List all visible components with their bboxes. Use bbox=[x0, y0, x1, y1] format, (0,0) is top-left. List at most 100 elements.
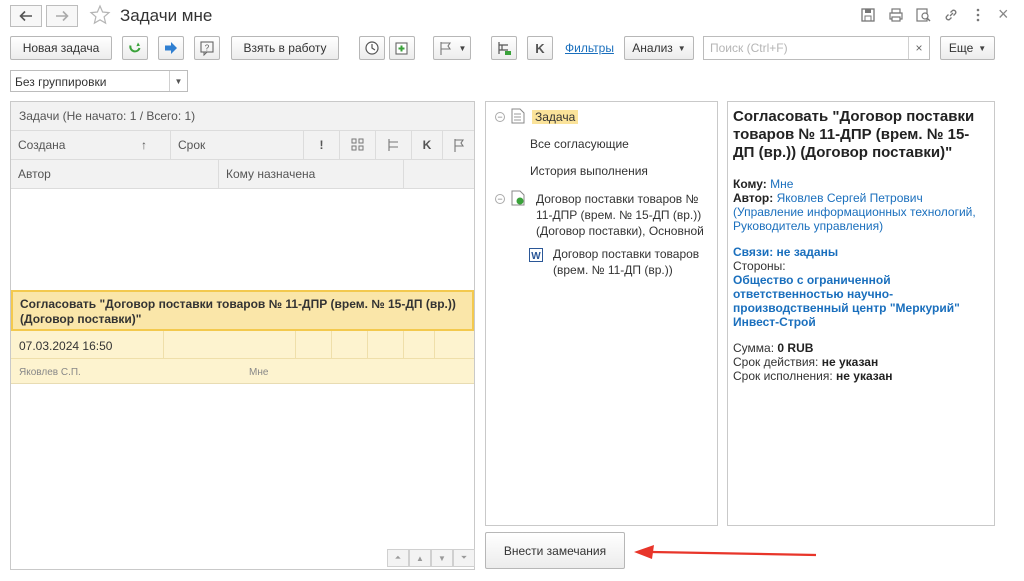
filters-link[interactable]: Фильтры bbox=[565, 41, 614, 55]
column-deadline-label: Срок bbox=[178, 138, 206, 152]
annotation-arrow-icon bbox=[634, 545, 817, 559]
sort-asc-icon: ↑ bbox=[141, 138, 147, 152]
save-icon[interactable] bbox=[860, 7, 876, 23]
tree-item-approvers[interactable]: Все согласующие bbox=[530, 136, 629, 152]
column-attachments[interactable] bbox=[340, 131, 376, 159]
execution-label: Срок исполнения: bbox=[733, 369, 833, 383]
contract-document-icon bbox=[511, 190, 525, 206]
new-task-button[interactable]: Новая задача bbox=[10, 36, 112, 60]
tree-structure-icon bbox=[387, 139, 398, 151]
column-empty bbox=[404, 160, 474, 188]
add-task-icon bbox=[395, 42, 408, 55]
column-flag[interactable] bbox=[443, 131, 474, 159]
scroll-bottom-button[interactable]: ⏷ bbox=[453, 549, 475, 567]
tree-item-attachment[interactable]: Договор поставки товаров (врем. № 11-ДП … bbox=[553, 246, 713, 278]
make-remarks-button[interactable]: Внести замечания bbox=[485, 532, 625, 569]
document-icon bbox=[511, 108, 525, 124]
arrow-right-icon bbox=[165, 42, 177, 54]
column-created-label: Создана bbox=[18, 138, 66, 152]
to-value[interactable]: Мне bbox=[770, 177, 793, 191]
forward-task-button[interactable] bbox=[158, 36, 184, 60]
validity-label: Срок действия: bbox=[733, 355, 819, 369]
details-title: Согласовать "Договор поставки товаров № … bbox=[733, 108, 975, 161]
links-label[interactable]: Связи: не заданы bbox=[733, 245, 838, 259]
forward-button[interactable] bbox=[46, 5, 78, 27]
column-deadline[interactable]: Срок bbox=[171, 131, 304, 159]
clock-icon bbox=[365, 41, 379, 55]
parties-label: Стороны: bbox=[733, 259, 786, 273]
execution-value: не указан bbox=[836, 369, 893, 383]
task-tree[interactable]: − Задача Все согласующие История выполне… bbox=[485, 101, 718, 526]
back-button[interactable] bbox=[10, 5, 42, 27]
task-details: Согласовать "Договор поставки товаров № … bbox=[727, 101, 995, 526]
task-list[interactable]: Задачи (Не начато: 1 / Всего: 1) Создана… bbox=[10, 101, 475, 570]
collapse-toggle[interactable]: − bbox=[495, 194, 505, 204]
forward-arrow-icon bbox=[56, 10, 69, 22]
scroll-up-button[interactable]: ▲ bbox=[409, 549, 431, 567]
add-subtask-button[interactable] bbox=[389, 36, 415, 60]
tree-item-contract[interactable]: Договор поставки товаров № 11-ДПР (врем.… bbox=[536, 191, 712, 239]
question-icon: ? bbox=[200, 41, 214, 56]
tree-item-history[interactable]: История выполнения bbox=[530, 163, 648, 179]
column-importance[interactable]: ! bbox=[304, 131, 340, 159]
back-arrow-icon bbox=[19, 10, 32, 22]
star-icon[interactable] bbox=[89, 4, 111, 26]
assignee-cell: Мне bbox=[249, 367, 269, 378]
chevron-down-icon: ▼ bbox=[677, 43, 686, 53]
column-assignee[interactable]: Кому назначена bbox=[219, 160, 404, 188]
clear-search-icon[interactable]: × bbox=[908, 37, 929, 59]
svg-text:?: ? bbox=[205, 44, 210, 53]
analysis-label: Анализ bbox=[632, 41, 673, 55]
structure-button[interactable] bbox=[491, 36, 517, 60]
author-label: Автор: bbox=[733, 191, 774, 205]
table-row-title[interactable]: Согласовать "Договор поставки товаров № … bbox=[11, 290, 474, 331]
scroll-top-button[interactable]: ⏶ bbox=[387, 549, 409, 567]
k-button[interactable]: K bbox=[527, 36, 553, 60]
page-title: Задачи мне bbox=[120, 6, 213, 25]
author-cell: Яковлев С.П. bbox=[19, 367, 81, 378]
analysis-dropdown-button[interactable]: Анализ ▼ bbox=[624, 36, 694, 60]
flag-dropdown-button[interactable]: ▼ bbox=[433, 36, 471, 60]
task-list-caption: Задачи (Не начато: 1 / Всего: 1) bbox=[11, 102, 474, 131]
chevron-down-icon: ▼ bbox=[458, 43, 467, 53]
column-created[interactable]: Создана ↑ bbox=[11, 131, 171, 159]
take-to-work-button[interactable]: Взять в работу bbox=[231, 36, 339, 60]
parties-value[interactable]: Общество с ограниченной ответственностью… bbox=[733, 273, 960, 329]
column-author[interactable]: Автор bbox=[11, 160, 219, 188]
sum-label: Сумма: bbox=[733, 341, 775, 355]
print-icon[interactable] bbox=[888, 7, 904, 23]
chevron-down-icon: ▼ bbox=[978, 43, 987, 53]
cell-divider bbox=[295, 331, 296, 358]
word-document-icon: W bbox=[529, 248, 543, 262]
attachments-icon bbox=[351, 138, 363, 151]
link-icon[interactable] bbox=[943, 7, 959, 23]
search-field[interactable]: × bbox=[703, 36, 930, 60]
refresh-button[interactable] bbox=[122, 36, 148, 60]
column-k[interactable]: K bbox=[412, 131, 443, 159]
chevron-down-icon[interactable]: ▼ bbox=[169, 71, 187, 91]
grouping-value: Без группировки bbox=[15, 75, 107, 89]
help-button[interactable]: ? bbox=[194, 36, 220, 60]
grouping-select[interactable]: Без группировки ▼ bbox=[10, 70, 188, 92]
scroll-down-button[interactable]: ▼ bbox=[431, 549, 453, 567]
to-label: Кому: bbox=[733, 177, 767, 191]
table-row[interactable]: 07.03.2024 16:50 bbox=[11, 331, 474, 359]
collapse-toggle[interactable]: − bbox=[495, 112, 505, 122]
validity-value: не указан bbox=[821, 355, 879, 369]
more-icon[interactable] bbox=[970, 7, 986, 23]
sum-value: 0 RUB bbox=[777, 341, 814, 355]
close-icon[interactable]: × bbox=[998, 4, 1009, 25]
cell-divider bbox=[403, 331, 404, 358]
table-row[interactable]: Яковлев С.П. Мне bbox=[11, 359, 474, 384]
search-input[interactable] bbox=[704, 37, 904, 59]
cell-divider bbox=[367, 331, 368, 358]
cell-divider bbox=[331, 331, 332, 358]
tree-item-task[interactable]: Задача bbox=[532, 109, 579, 125]
more-menu-button[interactable]: Еще ▼ bbox=[940, 36, 995, 60]
flag-icon bbox=[439, 42, 451, 55]
table-header-row-2: Автор Кому назначена bbox=[11, 160, 474, 189]
more-label: Еще bbox=[948, 41, 974, 55]
deadline-button[interactable] bbox=[359, 36, 385, 60]
preview-icon[interactable] bbox=[915, 7, 931, 23]
column-structure[interactable] bbox=[376, 131, 412, 159]
